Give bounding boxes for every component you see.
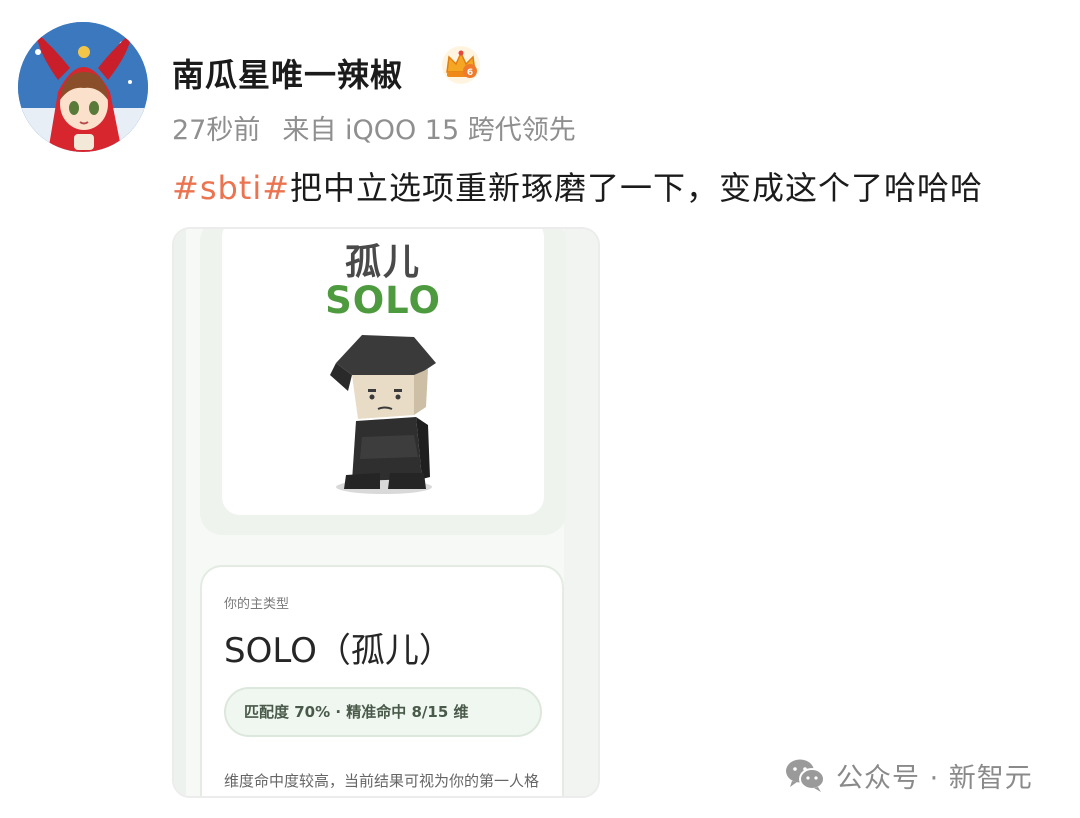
hashtag-link[interactable]: #sbti# [172,169,290,207]
result-description: 维度命中度较高，当前结果可视为你的第一人格画像。 [224,772,540,790]
type-name-en: SOLO [325,279,441,322]
post-source[interactable]: 来自 iQOO 15 跨代领先 [282,115,575,146]
solo-character-illustration [330,335,436,494]
result-label: 你的主类型 [224,597,290,612]
svg-text:6: 6 [467,68,473,78]
image-edge [564,229,598,796]
username[interactable]: 南瓜星唯一辣椒 [172,50,403,96]
watermark-text: 公众号 · 新智元 [836,762,1033,794]
post-content: #sbti#把中立选项重新琢磨了一下，变成这个了哈哈哈 [172,163,983,209]
image-edge [174,229,186,796]
result-title: SOLO（孤儿） [224,631,453,671]
type-name-cn: 孤儿 [344,242,421,283]
crown-vip-icon[interactable]: 6 [440,44,482,86]
avatar[interactable] [18,22,148,152]
post-time: 27秒前 [172,115,261,146]
character-card: 孤儿 SOLO [222,229,544,515]
weibo-post: 南瓜星唯一辣椒 6 27秒前 来自 iQOO 15 跨代领先 #sbti#把中立选… [0,0,1080,818]
post-meta: 27秒前 来自 iQOO 15 跨代领先 [172,108,576,147]
post-image[interactable]: 孤儿 SOLO 你的主类型 SOLO（孤儿） 匹配度 70% · 精准命中 8/… [172,227,600,798]
watermark: 公众号 · 新智元 [784,756,1033,794]
match-badge: 匹配度 70% · 精准命中 8/15 维 [224,687,542,737]
wechat-icon [786,759,825,792]
post-text: 把中立选项重新琢磨了一下，变成这个了哈哈哈 [290,169,984,207]
avatar-illustration [18,22,148,152]
result-card: 你的主类型 SOLO（孤儿） 匹配度 70% · 精准命中 8/15 维 维度命… [200,565,564,796]
